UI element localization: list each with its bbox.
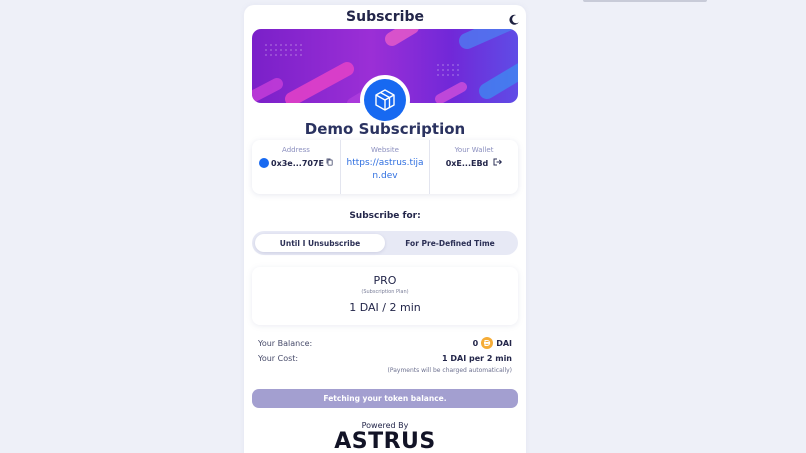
subscribe-card: Subscribe Demo Subscription Address 0x3e… [244,5,526,453]
wallet-column: Your Wallet 0xE...EBd [429,140,518,194]
wallet-label: Your Wallet [454,146,494,154]
payment-note: (Payments will be charged automatically) [387,367,512,374]
subscription-name: Demo Subscription [304,120,466,138]
address-column: Address 0x3e...707E [252,140,340,194]
token-logo-icon [259,158,269,168]
astrus-logo[interactable]: ASTRUS [244,429,526,453]
subscribe-for-label: Subscribe for: [349,211,421,221]
cost-label: Your Cost: [258,354,299,363]
cost-value: 1 DAI per 2 min [442,354,512,363]
copy-icon[interactable] [326,158,333,168]
tab-predefined-time[interactable]: For Pre-Defined Time [385,234,515,252]
wallet-value: 0xE...EBd [430,158,518,168]
plan-card: PRO (Subscription Plan) 1 DAI / 2 min [252,267,518,325]
fetch-balance-button[interactable]: Fetching your token balance. [252,389,518,408]
website-link[interactable]: https://astrus.tijan.dev [341,157,429,183]
plan-price: 1 DAI / 2 min [349,301,421,314]
balance-token: DAI [496,338,512,348]
logout-icon[interactable] [493,158,503,168]
wallet-address: 0xE...EBd [445,158,489,168]
cost-row: Your Cost: 1 DAI per 2 min [258,354,512,363]
dai-coin-icon [481,337,494,349]
address-label: Address [282,146,310,154]
subscription-info: Address 0x3e...707E Website https://astr… [252,140,518,194]
header: Subscribe [244,5,526,29]
moon-icon[interactable] [508,11,520,25]
address-text: 0x3e...707E [271,158,324,168]
cube-icon [364,79,406,121]
page-title: Subscribe [346,9,424,25]
address-value: 0x3e...707E [252,158,340,168]
balance-label: Your Balance: [258,338,313,348]
top-window-strip [583,0,707,2]
website-column: Website https://astrus.tijan.dev [340,140,429,194]
plan-name: PRO [373,274,397,287]
subscription-logo [360,75,410,125]
tab-until-unsubscribe[interactable]: Until I Unsubscribe [255,234,385,252]
website-label: Website [371,146,399,154]
balance-value-group: 0 DAI [473,337,512,349]
balance-row: Your Balance: 0 DAI [258,337,512,349]
balance-value: 0 [472,338,479,348]
duration-tabs: Until I Unsubscribe For Pre-Defined Time [252,231,518,255]
plan-subtitle: (Subscription Plan) [361,289,409,295]
